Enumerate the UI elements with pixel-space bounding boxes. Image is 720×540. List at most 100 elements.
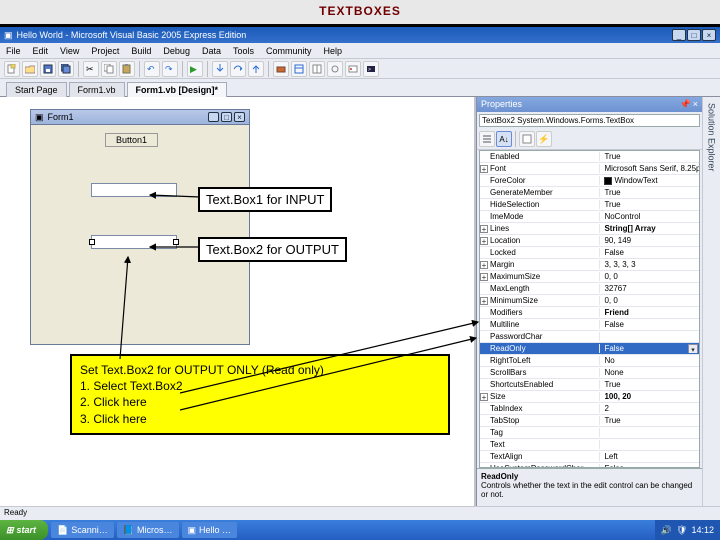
alphabetical-button[interactable]: A↓ <box>496 131 512 147</box>
designer-surface[interactable]: ▣ Form1 _ □ × Button1 Text.Box1 for INPU… <box>0 97 476 506</box>
property-name: MaximumSize <box>490 272 540 281</box>
categorized-button[interactable] <box>479 131 495 147</box>
property-row-tabindex[interactable]: TabIndex2 <box>480 403 699 415</box>
property-row-righttoleft[interactable]: RightToLeftNo <box>480 355 699 367</box>
property-row-margin[interactable]: +Margin3, 3, 3, 3 <box>480 259 699 271</box>
property-row-lines[interactable]: +LinesString[] Array <box>480 223 699 235</box>
property-row-tag[interactable]: Tag <box>480 427 699 439</box>
menu-view[interactable]: View <box>60 46 79 56</box>
property-row-forecolor[interactable]: ForeColorWindowText <box>480 175 699 187</box>
button1-control[interactable]: Button1 <box>105 133 158 147</box>
step-over-button[interactable] <box>230 61 246 77</box>
taskbar-item-1[interactable]: 📘Micros… <box>117 522 179 538</box>
menu-edit[interactable]: Edit <box>33 46 49 56</box>
object-browser-button[interactable] <box>327 61 343 77</box>
panel-pin-icon[interactable]: 📌 <box>680 99 691 110</box>
property-name: ReadOnly <box>490 344 526 353</box>
expand-icon[interactable]: + <box>480 165 488 173</box>
menu-debug[interactable]: Debug <box>163 46 190 56</box>
property-name: ShortcutsEnabled <box>490 380 553 389</box>
step-out-button[interactable] <box>248 61 264 77</box>
undo-button[interactable]: ↶ <box>144 61 160 77</box>
property-name: TabStop <box>490 416 519 425</box>
redo-button[interactable]: ↷ <box>162 61 178 77</box>
app-icon: ▣ <box>4 30 13 41</box>
dropdown-icon[interactable]: ▾ <box>688 344 698 353</box>
save-button[interactable] <box>40 61 56 77</box>
property-row-multiline[interactable]: MultilineFalse <box>480 319 699 331</box>
property-row-textalign[interactable]: TextAlignLeft <box>480 451 699 463</box>
property-pages-button[interactable] <box>519 131 535 147</box>
property-name: Size <box>490 392 506 401</box>
properties-window-button[interactable] <box>309 61 325 77</box>
cut-button[interactable]: ✂ <box>83 61 99 77</box>
document-tab-1[interactable]: Form1.vb <box>69 82 125 97</box>
save-all-button[interactable] <box>58 61 74 77</box>
property-name: Locked <box>490 248 516 257</box>
property-row-text[interactable]: Text <box>480 439 699 451</box>
menu-community[interactable]: Community <box>266 46 312 56</box>
tray-icon[interactable]: 🛡 <box>676 525 687 536</box>
tray-icon[interactable]: 🔊 <box>661 525 672 536</box>
property-row-maxlength[interactable]: MaxLength32767 <box>480 283 699 295</box>
expand-icon[interactable]: + <box>480 297 488 305</box>
property-value: Left <box>604 452 617 461</box>
property-grid[interactable]: EnabledTrue+FontMicrosoft Sans Serif, 8.… <box>479 150 700 468</box>
immediate-window-button[interactable]: > <box>363 61 379 77</box>
panel-close-icon[interactable]: × <box>693 99 698 110</box>
expand-icon[interactable]: + <box>480 237 488 245</box>
menu-help[interactable]: Help <box>324 46 343 56</box>
start-button[interactable]: ⊞ start <box>0 520 48 540</box>
property-row-modifiers[interactable]: ModifiersFriend <box>480 307 699 319</box>
property-row-enabled[interactable]: EnabledTrue <box>480 151 699 163</box>
open-button[interactable] <box>22 61 38 77</box>
expand-icon[interactable]: + <box>480 393 488 401</box>
property-row-generatemember[interactable]: GenerateMemberTrue <box>480 187 699 199</box>
property-row-scrollbars[interactable]: ScrollBarsNone <box>480 367 699 379</box>
property-row-passwordchar[interactable]: PasswordChar <box>480 331 699 343</box>
menu-project[interactable]: Project <box>91 46 119 56</box>
expand-icon[interactable]: + <box>480 273 488 281</box>
document-tab-0[interactable]: Start Page <box>6 82 67 97</box>
solution-explorer-button[interactable] <box>291 61 307 77</box>
property-row-font[interactable]: +FontMicrosoft Sans Serif, 8.25pt <box>480 163 699 175</box>
new-project-button[interactable] <box>4 61 20 77</box>
menu-tools[interactable]: Tools <box>233 46 254 56</box>
maximize-button[interactable]: □ <box>687 29 701 41</box>
copy-button[interactable] <box>101 61 117 77</box>
property-row-locked[interactable]: LockedFalse <box>480 247 699 259</box>
start-debug-button[interactable]: ▶ <box>187 61 203 77</box>
events-button[interactable]: ⚡ <box>536 131 552 147</box>
property-row-readonly[interactable]: ReadOnlyFalse▾ <box>480 343 699 355</box>
menu-data[interactable]: Data <box>202 46 221 56</box>
object-selector[interactable]: TextBox2 System.Windows.Forms.TextBox <box>479 114 700 127</box>
property-row-location[interactable]: +Location90, 149 <box>480 235 699 247</box>
instruction-note: Set Text.Box2 for OUTPUT ONLY (Read only… <box>70 354 450 435</box>
expand-icon[interactable]: + <box>480 261 488 269</box>
property-row-tabstop[interactable]: TabStop True <box>480 415 699 427</box>
menu-file[interactable]: File <box>6 46 21 56</box>
property-row-size[interactable]: +Size100, 20 <box>480 391 699 403</box>
property-value: True <box>604 416 620 425</box>
minimize-button[interactable]: _ <box>672 29 686 41</box>
solution-explorer-tab[interactable]: Solution Explorer <box>707 97 717 172</box>
textbox2-control[interactable] <box>91 235 177 249</box>
expand-icon[interactable]: + <box>480 225 488 233</box>
close-button[interactable]: × <box>702 29 716 41</box>
step-into-button[interactable] <box>212 61 228 77</box>
taskbar-item-2[interactable]: ▣Hello … <box>182 522 238 538</box>
property-row-minimumsize[interactable]: +MinimumSize0, 0 <box>480 295 699 307</box>
document-tab-2[interactable]: Form1.vb [Design]* <box>127 82 228 97</box>
property-row-shortcutsenabled[interactable]: ShortcutsEnabledTrue <box>480 379 699 391</box>
paste-button[interactable] <box>119 61 135 77</box>
toolbox-button[interactable] <box>273 61 289 77</box>
form-close-icon: × <box>234 112 245 122</box>
menu-build[interactable]: Build <box>131 46 151 56</box>
property-row-maximumsize[interactable]: +MaximumSize0, 0 <box>480 271 699 283</box>
textbox1-control[interactable] <box>91 183 177 197</box>
error-list-button[interactable] <box>345 61 361 77</box>
form-designer[interactable]: ▣ Form1 _ □ × Button1 <box>30 109 250 345</box>
property-row-hideselection[interactable]: HideSelectionTrue <box>480 199 699 211</box>
property-row-imemode[interactable]: ImeModeNoControl <box>480 211 699 223</box>
taskbar-item-0[interactable]: 📄Scanni… <box>51 522 114 538</box>
